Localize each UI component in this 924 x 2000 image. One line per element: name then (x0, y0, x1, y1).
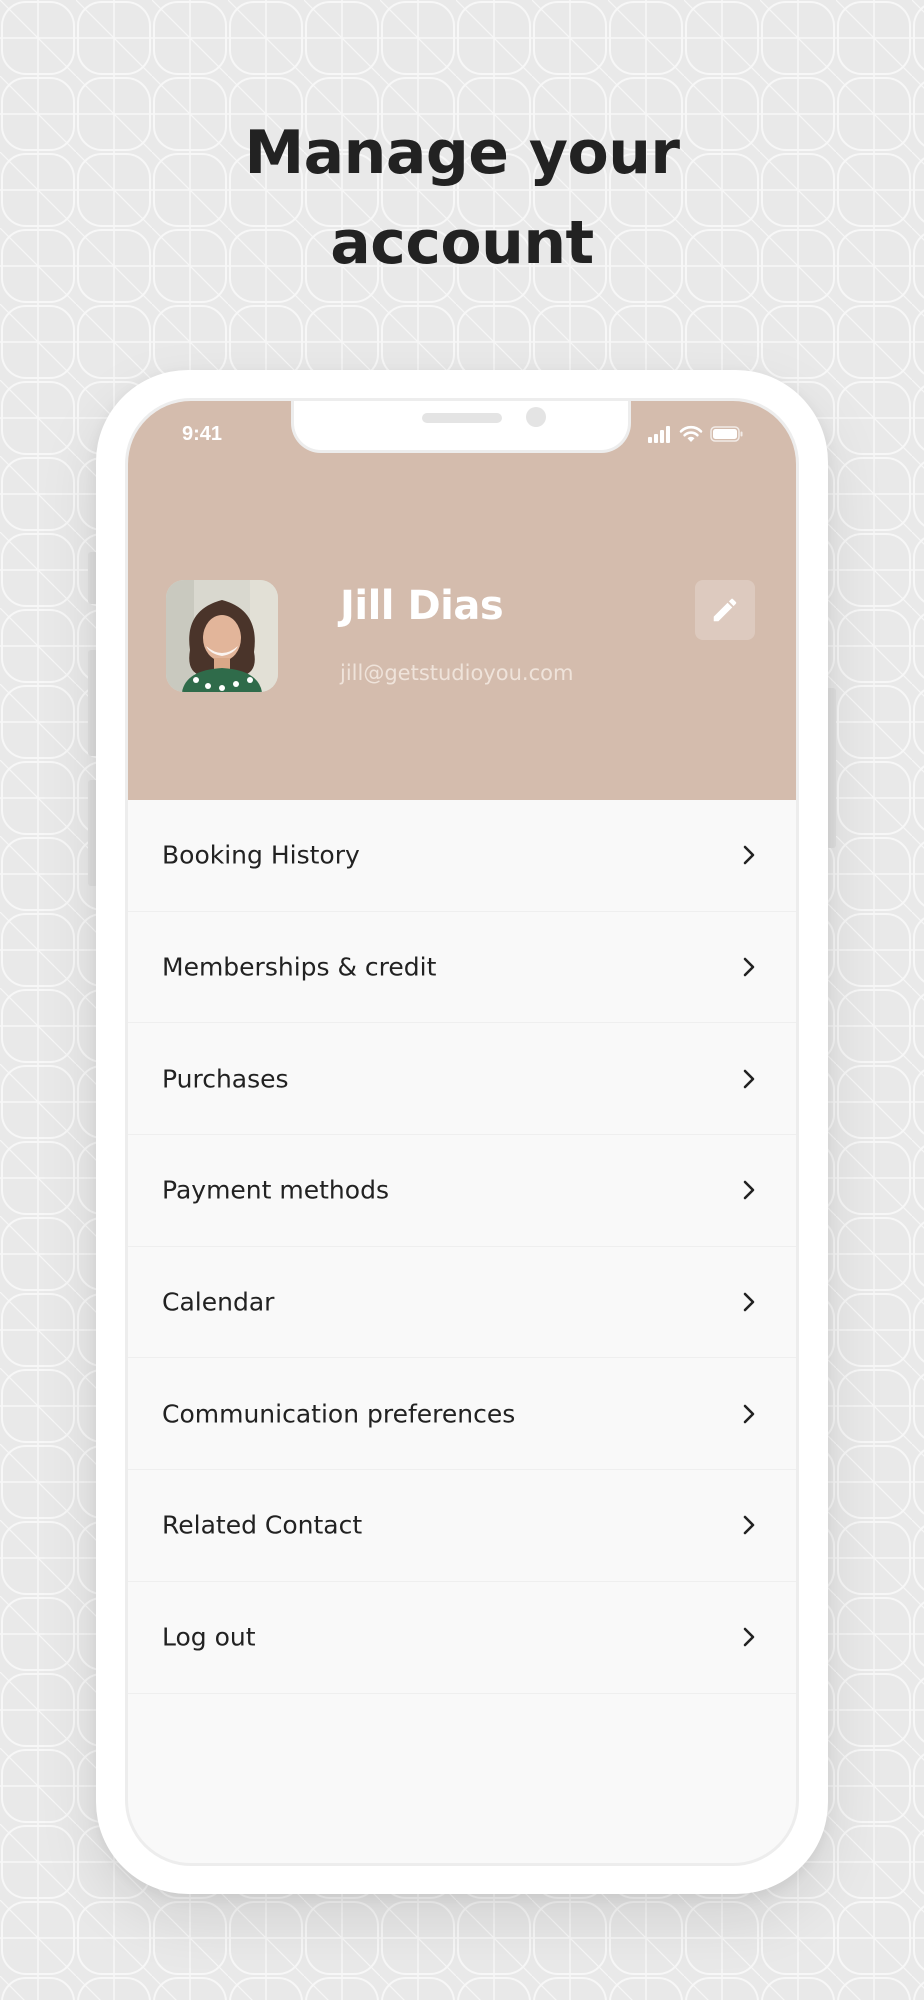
chevron-right-icon (743, 1627, 755, 1647)
profile-header: 9:41 Jill Dias jill@getstudioyou.com (128, 401, 796, 800)
phone-frame: 9:41 Jill Dias jill@getstudioyou.com Boo… (96, 370, 828, 1894)
chevron-right-icon (743, 1404, 755, 1424)
menu-item-purchases[interactable]: Purchases (128, 1023, 796, 1136)
chevron-right-icon (743, 1181, 755, 1200)
cellular-signal-icon (648, 426, 670, 443)
menu-item-log-out[interactable]: Log out (128, 1582, 796, 1694)
menu-item-label: Related Contact (162, 1510, 363, 1540)
chevron-right-icon (743, 846, 755, 865)
page-headline: Manage your account (0, 108, 924, 288)
profile-name: Jill Dias (340, 583, 504, 629)
menu-item-communication-preferences[interactable]: Communication preferences (128, 1358, 796, 1471)
phone-notch (291, 401, 631, 453)
menu-item-label: Log out (162, 1622, 256, 1652)
account-menu: Booking History Memberships & credit Pur… (128, 800, 796, 1694)
status-time: 9:41 (182, 423, 223, 445)
menu-item-payment-methods[interactable]: Payment methods (128, 1135, 796, 1247)
chevron-right-icon (743, 1516, 755, 1535)
pencil-icon (713, 598, 737, 622)
wifi-icon (679, 425, 703, 442)
menu-item-label: Payment methods (162, 1175, 389, 1205)
profile-email: jill@getstudioyou.com (340, 661, 574, 685)
battery-icon (710, 426, 743, 442)
chevron-right-icon (743, 1292, 755, 1312)
front-camera (526, 407, 546, 427)
menu-item-memberships-credit[interactable]: Memberships & credit (128, 912, 796, 1024)
chevron-right-icon (743, 957, 755, 977)
status-icons (648, 425, 744, 443)
menu-item-label: Memberships & credit (162, 952, 437, 982)
avatar-photo (166, 580, 278, 692)
menu-item-label: Booking History (162, 840, 360, 870)
menu-item-booking-history[interactable]: Booking History (128, 800, 796, 912)
menu-item-label: Purchases (162, 1064, 289, 1094)
avatar (166, 580, 278, 692)
menu-item-calendar[interactable]: Calendar (128, 1247, 796, 1359)
menu-item-related-contact[interactable]: Related Contact (128, 1470, 796, 1582)
phone-screen: 9:41 Jill Dias jill@getstudioyou.com Boo… (125, 398, 799, 1866)
menu-item-label: Calendar (162, 1287, 275, 1317)
headline-line-1: Manage your (244, 118, 680, 188)
speaker-grille (422, 413, 502, 423)
menu-item-label: Communication preferences (162, 1399, 516, 1429)
chevron-right-icon (743, 1069, 755, 1089)
headline-line-2: account (330, 208, 594, 278)
edit-profile-button[interactable] (695, 580, 755, 640)
